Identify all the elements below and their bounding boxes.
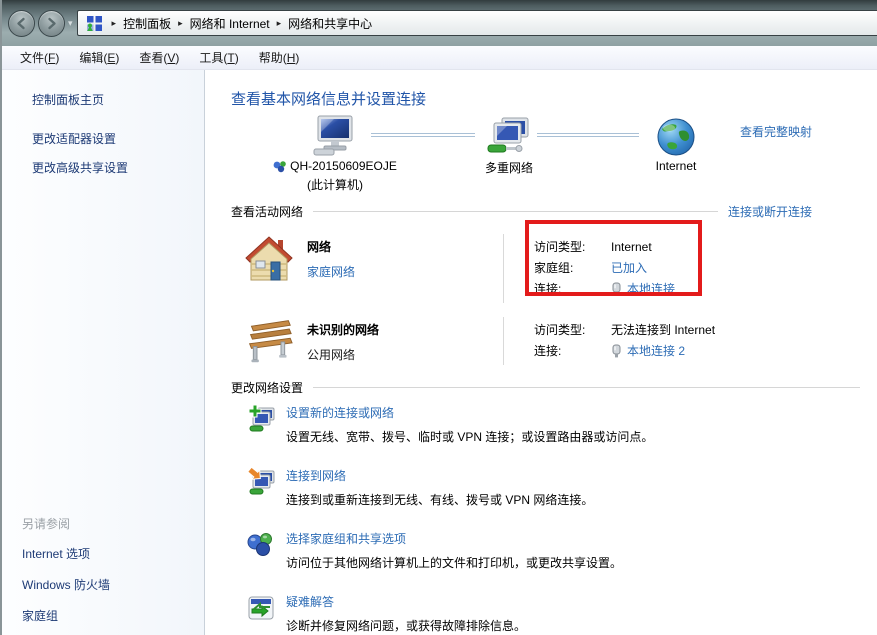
map-node-multiple-networks[interactable]: 多重网络 bbox=[463, 113, 555, 176]
menu-edit-label-end: ) bbox=[115, 51, 119, 65]
divider bbox=[313, 387, 860, 388]
task-setup-new-connection[interactable]: 设置新的连接或网络 设置无线、宽带、拨号、临时或 VPN 连接；或设置路由器或访… bbox=[231, 404, 860, 445]
network-name: 网络 bbox=[307, 238, 503, 255]
map-connection-line bbox=[371, 133, 475, 137]
menu-view-label-end: ) bbox=[175, 51, 179, 65]
page-title: 查看基本网络信息并设置连接 bbox=[231, 88, 860, 109]
computer-icon bbox=[312, 115, 358, 157]
map-connection-line bbox=[537, 133, 639, 137]
active-networks-header: 查看活动网络 连接或断开连接 bbox=[231, 203, 860, 220]
menu-view-label: 查看( bbox=[139, 51, 167, 65]
nav-history-dropdown-icon[interactable]: ▾ bbox=[68, 18, 73, 29]
menu-file-label-end: ) bbox=[55, 51, 59, 65]
menu-help[interactable]: 帮助(H) bbox=[249, 46, 310, 69]
title-address-bar: ▾ ▸ 控制面板 ▸ 网络和 Internet ▸ 网络和共享中心 bbox=[2, 0, 877, 46]
network-details: 访问类型: 无法连接到 Internet 连接: bbox=[503, 317, 715, 365]
task-troubleshoot[interactable]: 疑难解答 诊断并修复网络问题，或获得故障排除信息。 bbox=[231, 593, 860, 634]
menu-tools-label: 工具( bbox=[199, 51, 227, 65]
sidebar-item-change-adapter-settings[interactable]: 更改适配器设置 bbox=[2, 124, 204, 153]
park-bench-icon bbox=[244, 317, 294, 365]
menu-edit[interactable]: 编辑(E) bbox=[69, 46, 129, 69]
menu-tools-label-end: ) bbox=[235, 51, 239, 65]
network-sharing-center-window: ▾ ▸ 控制面板 ▸ 网络和 Internet ▸ 网络和共享中心 文件(F) … bbox=[0, 0, 877, 635]
task-title-link[interactable]: 选择家庭组和共享选项 bbox=[286, 531, 622, 547]
network-map: QH-20150609EOJE (此计算机) bbox=[231, 113, 860, 195]
main-content: 查看基本网络信息并设置连接 bbox=[205, 70, 877, 635]
task-connect-to-network[interactable]: 连接到网络 连接到或重新连接到无线、有线、拨号或 VPN 网络连接。 bbox=[231, 467, 860, 508]
sidebar-item-homegroup[interactable]: 家庭组 bbox=[2, 600, 204, 631]
homegroup-mini-icon bbox=[273, 160, 287, 173]
detail-label: 连接: bbox=[534, 342, 611, 359]
menu-help-label: 帮助( bbox=[259, 51, 287, 65]
local-connection-2-label: 本地连接 2 bbox=[627, 342, 685, 359]
house-icon bbox=[244, 234, 294, 286]
internet-globe-icon bbox=[656, 117, 696, 157]
arrow-right-icon bbox=[44, 16, 59, 31]
task-title-link[interactable]: 设置新的连接或网络 bbox=[286, 405, 653, 421]
address-bar[interactable]: ▸ 控制面板 ▸ 网络和 Internet ▸ 网络和共享中心 bbox=[77, 10, 877, 36]
new-connection-icon bbox=[246, 404, 276, 434]
internet-label: Internet bbox=[631, 159, 721, 173]
network-name: 未识别的网络 bbox=[307, 321, 503, 338]
sidebar-item-internet-options[interactable]: Internet 选项 bbox=[2, 538, 204, 569]
change-settings-title: 更改网络设置 bbox=[231, 379, 303, 396]
arrow-left-icon bbox=[14, 16, 29, 31]
menu-help-label-end: ) bbox=[295, 51, 299, 65]
sidebar-item-control-panel-home[interactable]: 控制面板主页 bbox=[2, 85, 204, 114]
back-button[interactable] bbox=[8, 10, 35, 37]
network-category: 公用网络 bbox=[307, 346, 503, 363]
detail-label: 访问类型: bbox=[534, 321, 611, 338]
breadcrumb-network-sharing-center[interactable]: 网络和共享中心 bbox=[288, 15, 372, 32]
divider bbox=[313, 211, 718, 212]
task-description: 设置无线、宽带、拨号、临时或 VPN 连接；或设置路由器或访问点。 bbox=[286, 429, 653, 445]
ethernet-plug-icon bbox=[611, 344, 622, 358]
breadcrumb-arrow-icon: ▸ bbox=[112, 18, 117, 29]
change-settings-header: 更改网络设置 bbox=[231, 379, 860, 396]
homegroup-icon bbox=[246, 530, 276, 560]
forward-button[interactable] bbox=[38, 10, 65, 37]
map-node-this-computer[interactable]: QH-20150609EOJE (此计算机) bbox=[249, 113, 421, 193]
access-type-value: 无法连接到 Internet bbox=[611, 321, 715, 338]
network-category-link[interactable]: 家庭网络 bbox=[307, 263, 503, 280]
sidebar: 控制面板主页 更改适配器设置 更改高级共享设置 另请参阅 Internet 选项… bbox=[2, 70, 205, 635]
task-homegroup-sharing-options[interactable]: 选择家庭组和共享选项 访问位于其他网络计算机上的文件和打印机，或更改共享设置。 bbox=[231, 530, 860, 571]
menu-tools[interactable]: 工具(T) bbox=[189, 46, 248, 69]
menu-file[interactable]: 文件(F) bbox=[10, 46, 69, 69]
connect-network-icon bbox=[246, 467, 276, 497]
computer-name: QH-20150609EOJE bbox=[290, 159, 397, 173]
breadcrumb-network-internet[interactable]: 网络和 Internet bbox=[190, 15, 270, 32]
sidebar-item-windows-firewall[interactable]: Windows 防火墙 bbox=[2, 569, 204, 600]
see-also-section: 另请参阅 Internet 选项 Windows 防火墙 家庭组 bbox=[2, 509, 204, 631]
see-also-header: 另请参阅 bbox=[2, 509, 204, 538]
breadcrumb-arrow-icon: ▸ bbox=[178, 18, 183, 29]
task-description: 诊断并修复网络问题，或获得故障排除信息。 bbox=[286, 618, 526, 634]
breadcrumb-control-panel[interactable]: 控制面板 bbox=[123, 15, 171, 32]
menu-file-label: 文件( bbox=[20, 51, 48, 65]
network-sharing-center-icon bbox=[86, 15, 103, 32]
sidebar-item-change-advanced-sharing[interactable]: 更改高级共享设置 bbox=[2, 153, 204, 182]
map-node-internet[interactable]: Internet bbox=[631, 113, 721, 173]
view-full-map-link[interactable]: 查看完整映射 bbox=[740, 123, 812, 140]
annotation-red-box bbox=[525, 220, 702, 296]
breadcrumb-arrow-icon: ▸ bbox=[277, 18, 282, 29]
active-networks-title: 查看活动网络 bbox=[231, 203, 303, 220]
multiple-networks-icon bbox=[486, 117, 532, 157]
connect-disconnect-link[interactable]: 连接或断开连接 bbox=[728, 203, 812, 220]
task-title-link[interactable]: 疑难解答 bbox=[286, 594, 526, 610]
menu-edit-label: 编辑( bbox=[79, 51, 107, 65]
computer-sub-label: (此计算机) bbox=[249, 176, 421, 193]
menu-view[interactable]: 查看(V) bbox=[129, 46, 189, 69]
active-network-unidentified: 未识别的网络 公用网络 访问类型: 无法连接到 Internet 连接: bbox=[231, 317, 860, 365]
multiple-networks-label: 多重网络 bbox=[463, 159, 555, 176]
troubleshoot-icon bbox=[246, 593, 276, 623]
task-description: 访问位于其他网络计算机上的文件和打印机，或更改共享设置。 bbox=[286, 555, 622, 571]
task-title-link[interactable]: 连接到网络 bbox=[286, 468, 593, 484]
menu-tools-key: T bbox=[227, 51, 234, 65]
local-connection-2-link[interactable]: 本地连接 2 bbox=[611, 342, 685, 359]
menu-bar: 文件(F) 编辑(E) 查看(V) 工具(T) 帮助(H) bbox=[2, 46, 877, 70]
task-description: 连接到或重新连接到无线、有线、拨号或 VPN 网络连接。 bbox=[286, 492, 593, 508]
